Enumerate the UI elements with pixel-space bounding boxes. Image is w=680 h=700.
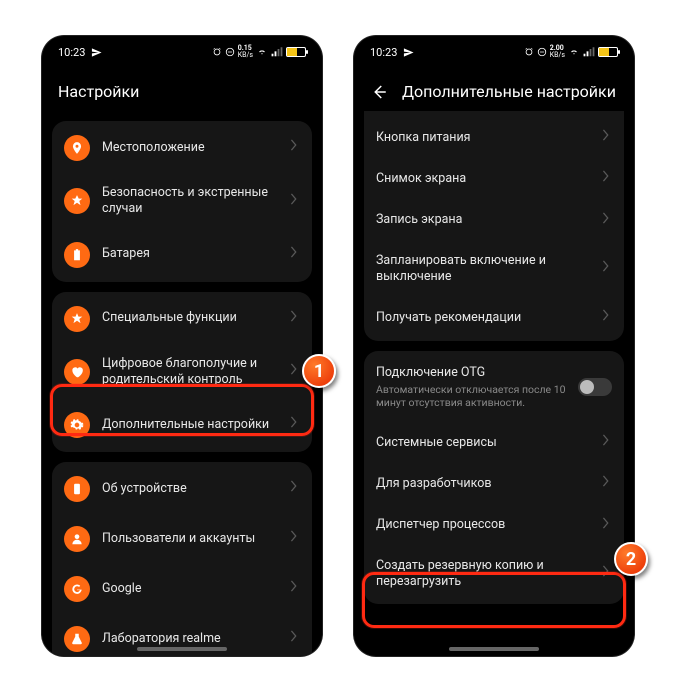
alarm-icon [212, 47, 222, 57]
send-icon [91, 47, 102, 58]
star-icon [64, 306, 90, 332]
row-users[interactable]: Пользователи и аккаунты [52, 514, 312, 564]
send-icon [403, 47, 414, 58]
user-icon [64, 526, 90, 552]
group-bottom: Подключение OTG Автоматически отключаетс… [364, 351, 624, 605]
status-time: 10:23 [58, 46, 85, 59]
row-google[interactable]: Google [52, 564, 312, 614]
row-wellbeing[interactable]: Цифровое благополучие и родительский кон… [52, 344, 312, 401]
group-top: Кнопка питания Снимок экрана Запись экра… [364, 111, 624, 341]
dnd-icon [225, 47, 235, 57]
step-badge-1: 1 [302, 354, 336, 388]
chevron-right-icon [290, 580, 300, 597]
wifi-icon [256, 47, 268, 57]
row-about[interactable]: Об устройстве [52, 464, 312, 514]
home-indicator[interactable] [449, 647, 539, 651]
signal-icon [583, 47, 595, 57]
row-power-button[interactable]: Кнопка питания [364, 117, 624, 158]
chevron-right-icon [602, 170, 612, 187]
settings-list[interactable]: Кнопка питания Снимок экрана Запись экра… [354, 111, 634, 618]
settings-list[interactable]: Местоположение Безопасность и экстренные… [42, 121, 322, 656]
row-otg[interactable]: Подключение OTG Автоматически отключаетс… [364, 353, 624, 423]
gear-icon [64, 412, 90, 438]
status-bar: 10:23 0.15KB/s [42, 36, 322, 68]
chevron-right-icon [602, 434, 612, 451]
row-recommendations[interactable]: Получать рекомендации [364, 297, 624, 338]
chevron-right-icon [290, 193, 300, 210]
alarm-icon [524, 47, 534, 57]
phone-left: 10:23 0.15KB/s Настройки Местоположение … [42, 36, 322, 656]
back-icon[interactable] [370, 83, 388, 101]
header: Настройки [42, 68, 322, 111]
chevron-right-icon [290, 246, 300, 263]
row-system-services[interactable]: Системные сервисы [364, 422, 624, 463]
row-backup-restart[interactable]: Создать резервную копию и перезагрузить [364, 546, 624, 603]
chevron-right-icon [290, 630, 300, 647]
flask-icon [64, 626, 90, 652]
row-additional-settings[interactable]: Дополнительные настройки [52, 400, 312, 450]
wifi-icon [568, 47, 580, 57]
chevron-right-icon [602, 129, 612, 146]
chevron-right-icon [602, 565, 612, 582]
battery-icon [598, 47, 618, 57]
row-screen-record[interactable]: Запись экрана [364, 200, 624, 241]
signal-icon [271, 47, 283, 57]
emergency-icon [64, 188, 90, 214]
google-icon [64, 576, 90, 602]
chevron-right-icon [602, 309, 612, 326]
chevron-right-icon [290, 416, 300, 433]
phone-icon [64, 476, 90, 502]
chevron-right-icon [602, 212, 612, 229]
chevron-right-icon [602, 517, 612, 534]
chevron-right-icon [290, 310, 300, 327]
chevron-right-icon [602, 260, 612, 277]
group-2: Специальные функции Цифровое благополучи… [52, 292, 312, 453]
chevron-right-icon [290, 363, 300, 380]
page-title: Настройки [58, 82, 139, 101]
row-security[interactable]: Безопасность и экстренные случаи [52, 173, 312, 230]
status-time: 10:23 [370, 46, 397, 59]
dnd-icon [537, 47, 547, 57]
home-indicator[interactable] [137, 647, 227, 651]
row-special[interactable]: Специальные функции [52, 294, 312, 344]
row-process-manager[interactable]: Диспетчер процессов [364, 505, 624, 546]
heart-icon [64, 359, 90, 385]
row-developer[interactable]: Для разработчиков [364, 463, 624, 504]
chevron-right-icon [602, 475, 612, 492]
step-badge-2: 2 [614, 542, 648, 576]
phone-right: 10:23 2.00KB/s Дополнительные настройки … [354, 36, 634, 656]
otg-toggle[interactable] [578, 378, 612, 396]
row-screenshot[interactable]: Снимок экрана [364, 158, 624, 199]
battery-row-icon [64, 242, 90, 268]
row-battery[interactable]: Батарея [52, 230, 312, 280]
chevron-right-icon [290, 480, 300, 497]
battery-icon [286, 47, 306, 57]
chevron-right-icon [290, 530, 300, 547]
header: Дополнительные настройки [354, 68, 634, 111]
page-title: Дополнительные настройки [402, 82, 616, 101]
chevron-right-icon [290, 139, 300, 156]
row-schedule-power[interactable]: Запланировать включение и выключение [364, 241, 624, 298]
row-location[interactable]: Местоположение [52, 123, 312, 173]
group-1: Местоположение Безопасность и экстренные… [52, 121, 312, 282]
location-icon [64, 135, 90, 161]
status-bar: 10:23 2.00KB/s [354, 36, 634, 68]
group-3: Об устройстве Пользователи и аккаунты Go… [52, 462, 312, 656]
